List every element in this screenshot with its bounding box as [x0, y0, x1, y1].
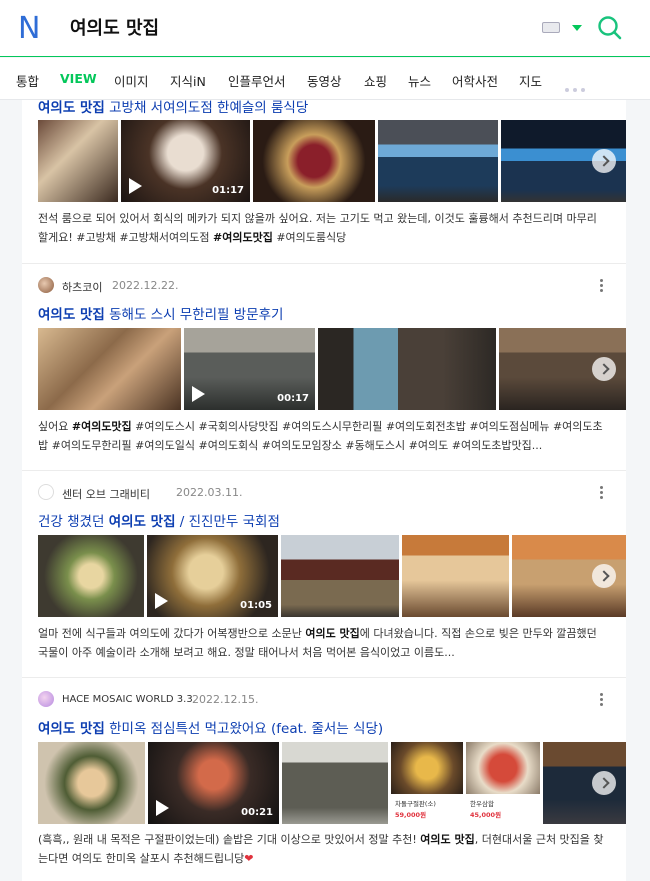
- avatar[interactable]: [38, 277, 54, 293]
- next-arrow-icon[interactable]: [592, 564, 616, 588]
- post-title[interactable]: 여의도 맛집 고방채 서여의도점 한예슬의 룸식당: [38, 100, 308, 116]
- post-date: 2022.12.15.: [192, 693, 259, 706]
- video-duration: 01:05: [240, 600, 272, 611]
- play-icon: [155, 593, 168, 609]
- chevron-down-icon[interactable]: [572, 25, 582, 31]
- post-title[interactable]: 여의도 맛집 동해도 스시 무한리필 방문후기: [38, 303, 283, 323]
- heart-icon: ❤: [244, 852, 254, 865]
- more-options-icon[interactable]: [600, 693, 604, 707]
- view-results-feed: 여의도 맛집 고방채 서여의도점 한예슬의 룸식당 01:17 전석 룸으로 되…: [22, 100, 626, 881]
- tab-news[interactable]: 뉴스: [408, 71, 431, 90]
- tab-shopping[interactable]: 쇼핑: [364, 71, 387, 90]
- video-duration: 00:21: [241, 807, 273, 818]
- thumbnail-image[interactable]: [402, 535, 509, 617]
- thumbnail-image[interactable]: [282, 742, 388, 824]
- post-thumbnails: 01:05: [38, 535, 626, 617]
- tab-images[interactable]: 이미지: [114, 71, 149, 90]
- thumbnail-image[interactable]: [38, 742, 145, 824]
- thumbnail-image[interactable]: [318, 328, 496, 410]
- next-arrow-icon[interactable]: [592, 149, 616, 173]
- play-icon: [156, 800, 169, 816]
- thumbnail-image[interactable]: [38, 328, 181, 410]
- author-name[interactable]: 센터 오브 그래비티: [62, 486, 150, 502]
- avatar[interactable]: [38, 484, 54, 500]
- thumbnail-image[interactable]: [253, 120, 375, 202]
- play-icon: [192, 386, 205, 402]
- thumbnail-image[interactable]: [38, 120, 118, 202]
- video-thumbnail[interactable]: 00:17: [184, 328, 315, 410]
- search-tabs: 통합 VIEW 이미지 지식iN 인플루언서 동영상 쇼핑 뉴스 어학사전 지도: [0, 58, 650, 100]
- thumbnail-image[interactable]: [38, 535, 144, 617]
- author-name[interactable]: 하츠코이: [62, 279, 102, 295]
- more-options-icon[interactable]: [600, 279, 604, 293]
- author-name[interactable]: HACE MOSAIC WORLD 3.3: [62, 694, 193, 705]
- list-item[interactable]: 센터 오브 그래비티 2022.03.11. 건강 챙겼던 여의도 맛집 / 진…: [22, 471, 626, 678]
- post-date: 2022.12.22.: [112, 279, 179, 292]
- keyboard-icon[interactable]: [542, 22, 560, 33]
- author-row: 하츠코이 2022.12.22.: [38, 276, 618, 296]
- thumbnail-image[interactable]: [281, 535, 399, 617]
- tab-dictionary[interactable]: 어학사전: [452, 71, 498, 90]
- menu-thumbnail[interactable]: 차돌구절판(소) 59,000원: [391, 742, 463, 824]
- post-title[interactable]: 건강 챙겼던 여의도 맛집 / 진진만두 국회점: [38, 510, 280, 530]
- more-tabs-button[interactable]: [565, 77, 589, 92]
- video-duration: 01:17: [212, 185, 244, 196]
- author-row: HACE MOSAIC WORLD 3.3 2022.12.15.: [38, 690, 618, 710]
- search-icon[interactable]: [597, 15, 623, 41]
- list-item[interactable]: 하츠코이 2022.12.22. 여의도 맛집 동해도 스시 무한리필 방문후기…: [22, 264, 626, 471]
- post-description: 전석 룸으로 되어 있어서 회식의 메카가 되지 않을까 싶어요. 저는 고기도…: [38, 212, 597, 244]
- post-date: 2022.03.11.: [176, 486, 243, 499]
- search-header: N 여의도 맛집: [0, 0, 650, 57]
- menu-item-name: 한우삼합: [470, 800, 494, 808]
- avatar[interactable]: [38, 691, 54, 707]
- video-duration: 00:17: [277, 393, 309, 404]
- menu-item-price: 59,000원: [395, 811, 427, 819]
- list-item[interactable]: HACE MOSAIC WORLD 3.3 2022.12.15. 여의도 맛집…: [22, 678, 626, 881]
- menu-item-name: 차돌구절판(소): [395, 800, 436, 808]
- tab-map[interactable]: 지도: [519, 71, 542, 90]
- post-thumbnails: 00:21 차돌구절판(소) 59,000원 한우삼합 45,000원: [38, 742, 626, 824]
- post-description: 싶어요 #여의도맛집 #여의도스시 #국회의사당맛집 #여의도스시무한리필 #여…: [38, 420, 603, 452]
- post-description: 얼마 전에 식구들과 여의도에 갔다가 어복쟁반으로 소문난 여의도 맛집에 다…: [38, 627, 597, 659]
- video-thumbnail[interactable]: 01:05: [147, 535, 278, 617]
- more-options-icon[interactable]: [600, 486, 604, 500]
- svg-text:N: N: [18, 11, 40, 44]
- post-thumbnails: 01:17: [38, 120, 626, 202]
- menu-thumbnail[interactable]: 한우삼합 45,000원: [466, 742, 540, 824]
- tab-knowledge-in[interactable]: 지식iN: [170, 71, 206, 90]
- next-arrow-icon[interactable]: [592, 357, 616, 381]
- tab-view[interactable]: VIEW: [60, 71, 97, 86]
- post-description: (흑흑,, 원래 내 목적은 구절판이었는데) 솥밥은 기대 이상으로 맛있어서…: [38, 833, 604, 865]
- naver-logo[interactable]: N: [16, 10, 42, 44]
- tab-video[interactable]: 동영상: [307, 71, 342, 90]
- next-arrow-icon[interactable]: [592, 771, 616, 795]
- video-thumbnail[interactable]: 01:17: [121, 120, 250, 202]
- list-item[interactable]: 여의도 맛집 고방채 서여의도점 한예슬의 룸식당 01:17 전석 룸으로 되…: [22, 100, 626, 264]
- menu-item-price: 45,000원: [470, 811, 502, 819]
- post-title[interactable]: 여의도 맛집 한미옥 점심특선 먹고왔어요 (feat. 줄서는 식당): [38, 717, 383, 737]
- play-icon: [129, 178, 142, 194]
- tab-integrated[interactable]: 통합: [16, 71, 39, 90]
- video-thumbnail[interactable]: 00:21: [148, 742, 279, 824]
- post-thumbnails: 00:17: [38, 328, 626, 410]
- search-query-text[interactable]: 여의도 맛집: [70, 14, 159, 40]
- thumbnail-image[interactable]: [378, 120, 498, 202]
- author-row: 센터 오브 그래비티 2022.03.11.: [38, 483, 618, 503]
- tab-influencer[interactable]: 인플루언서: [228, 71, 286, 90]
